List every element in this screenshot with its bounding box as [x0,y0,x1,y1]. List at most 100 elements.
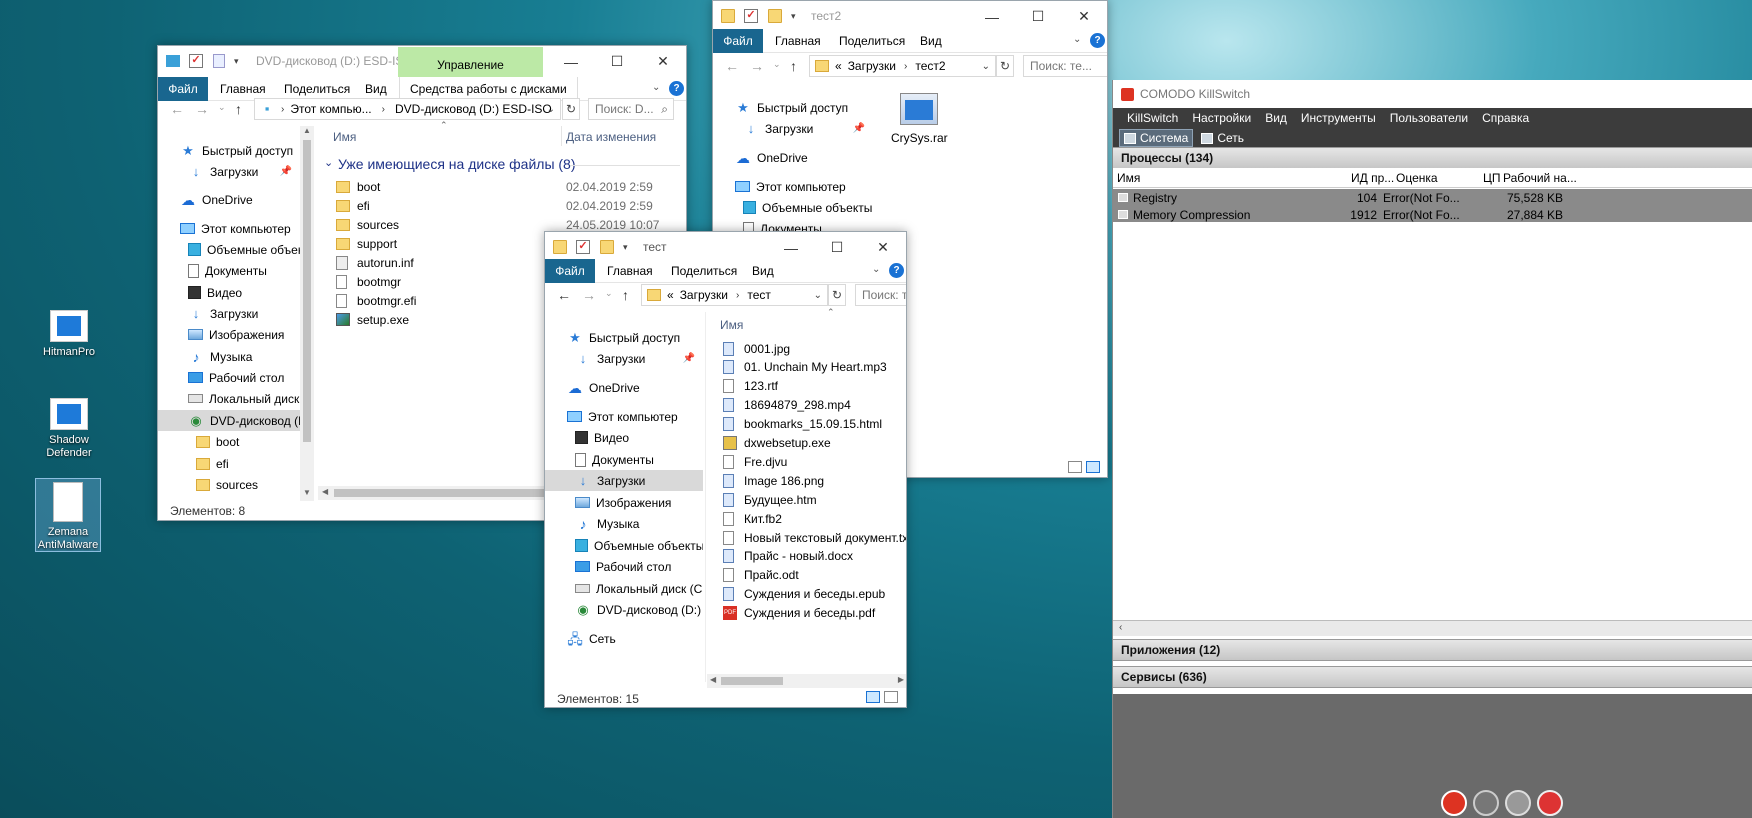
process-hscrollbar[interactable]: ‹ [1113,620,1752,636]
group-header[interactable]: Уже имеющиеся на диске файлы (8) [338,156,576,172]
address-dropdown-icon[interactable]: ⌄ [547,104,555,115]
maximize-button[interactable]: ☐ [1015,1,1061,32]
nav-quick-access[interactable]: ★ Быстрый доступ [713,97,873,118]
recent-chevron-icon[interactable]: ⌄ [773,59,781,70]
nav-music[interactable]: ♪ Музыка [545,513,703,534]
scroll-left-icon[interactable]: ‹ [1119,622,1122,633]
address-dropdown-icon[interactable]: ⌄ [982,61,990,72]
details-view-icon[interactable] [1068,461,1082,473]
tools-icon[interactable] [1505,790,1531,816]
help-icon[interactable]: ? [1090,33,1105,48]
address-bar[interactable]: ▪ › Этот компью... › DVD-дисковод (D:) E… [254,98,561,120]
file-row[interactable]: 18694879_298.mp4 [723,396,851,415]
comodo-g-icon[interactable] [1441,790,1467,816]
system-button[interactable]: Система [1119,129,1194,147]
file-row[interactable]: Прайс - новый.docx [723,547,853,566]
file-row[interactable]: bootmgr [336,272,401,291]
search-input[interactable]: Поиск: D... ⌕ [588,98,674,120]
file-row[interactable]: setup.exe [336,310,409,329]
file-row[interactable]: Прайс.odt [723,566,799,585]
forward-arrow-icon[interactable]: → [750,58,764,74]
menu-users[interactable]: Пользователи [1390,111,1468,125]
menu-tools[interactable]: Инструменты [1301,111,1376,125]
nav-dvd-drive[interactable]: ◉DVD-дисковод (D:) [158,410,300,431]
file-row[interactable]: 123.rtf [723,377,778,396]
nav-this-pc[interactable]: Этот компьютер [545,406,703,427]
breadcrumb-test[interactable]: тест [747,288,771,302]
properties-icon[interactable] [189,53,204,68]
address-bar[interactable]: « Загрузки › тест2 ⌄ [809,55,996,77]
file-row[interactable]: autorun.inf [336,253,414,272]
breadcrumb-test2[interactable]: тест2 [915,59,945,73]
nav-documents[interactable]: Документы [158,260,300,281]
column-cpu[interactable]: ЦП [1483,171,1501,185]
close-button[interactable]: ✕ [640,46,686,77]
recent-chevron-icon[interactable]: ⌄ [605,288,613,299]
nav-local-disk[interactable]: Локальный диск (C:) [545,578,703,599]
back-arrow-icon[interactable]: ← [170,101,184,117]
file-row[interactable]: Новый текстовый документ.txt [723,528,906,547]
menu-killswitch[interactable]: KillSwitch [1127,111,1178,125]
chevron-down-icon[interactable]: ▾ [791,11,796,21]
nav-quick-access[interactable]: ★ Быстрый доступ [158,140,300,161]
nav-music[interactable]: ♪ Музыка [158,346,300,367]
refresh-button[interactable]: ↻ [562,98,580,120]
scrollbar-thumb[interactable] [334,489,554,497]
column-pid[interactable]: ИД пр... [1351,171,1394,185]
file-item[interactable]: CrySys.rar [891,93,948,145]
file-row[interactable]: bootmgr.efi [336,291,416,310]
back-arrow-icon[interactable]: ← [725,58,739,74]
properties-icon[interactable] [744,8,759,23]
file-row[interactable]: Кит.fb2 [723,509,782,528]
large-icons-view-icon[interactable] [1086,461,1100,473]
column-header-name[interactable]: Имя [720,318,743,332]
chevron-down-icon[interactable]: ▾ [623,242,628,252]
new-folder-icon[interactable] [599,239,614,254]
menu-help[interactable]: Справка [1482,111,1529,125]
tab-file[interactable]: Файл [545,259,595,283]
network-button[interactable]: Сеть [1201,131,1244,145]
address-dropdown-icon[interactable]: ⌄ [814,290,822,301]
process-row[interactable]: Registry 104 Error(Not Fo... 75,528 KB [1113,189,1752,206]
nav-quick-access[interactable]: ★ Быстрый доступ [545,327,703,348]
nav-downloads[interactable]: ↓ Загрузки 📌 [158,161,300,182]
content-hscrollbar[interactable]: ◀ ▶ [707,674,906,688]
gear-icon[interactable] [1473,790,1499,816]
tab-file[interactable]: Файл [713,29,763,53]
chevron-down-icon[interactable]: ⌄ [1073,34,1081,45]
nav-onedrive[interactable]: ☁ OneDrive [158,189,300,210]
tab-disk-tools[interactable]: Средства работы с дисками [399,77,578,100]
file-row[interactable]: Fre.djvu [723,452,787,471]
nav-downloads-pc[interactable]: ↓ Загрузки [158,303,300,324]
process-row[interactable]: Memory Compression 1912 Error(Not Fo... … [1113,206,1752,223]
menu-view[interactable]: Вид [1265,111,1287,125]
nav-folder-boot[interactable]: boot [158,431,300,452]
nav-folder-efi[interactable]: efi [158,453,300,474]
nav-3d-objects[interactable]: Объемные объекты [713,197,873,218]
chevron-down-icon[interactable]: ▾ [234,56,239,66]
help-icon[interactable]: ? [889,263,904,278]
large-icons-view-icon[interactable] [884,691,898,703]
desktop-icon-hitmanpro[interactable]: HitmanPro [36,310,102,359]
tab-share[interactable]: Поделиться [671,264,737,278]
nav-onedrive[interactable]: ☁ OneDrive [545,377,703,398]
nav-3d-objects[interactable]: Объемные объекты [158,239,300,260]
new-folder-icon[interactable] [212,53,225,68]
nav-downloads-pc[interactable]: ↓ Загрузки [545,470,703,491]
tab-file[interactable]: Файл [158,77,208,101]
file-row[interactable]: Суждения и беседы.epub [723,585,885,604]
search-input[interactable]: Поиск: те [855,284,906,306]
refresh-button[interactable]: ↻ [996,55,1014,77]
processes-section-header[interactable]: Процессы (134) [1113,147,1752,169]
desktop-icon-shadow-defender[interactable]: Shadow Defender [36,398,102,460]
file-row[interactable]: 01. Unchain My Heart.mp3 [723,358,887,377]
nav-folder-sources[interactable]: sources [158,474,300,495]
file-row[interactable]: boot [336,177,380,196]
tab-view[interactable]: Вид [365,82,387,96]
back-arrow-icon[interactable]: ← [557,287,571,303]
close-button[interactable]: ✕ [1061,1,1107,32]
applications-section-header[interactable]: Приложения (12) [1113,639,1752,661]
scroll-down-icon[interactable]: ▼ [303,488,311,497]
properties-icon[interactable] [576,239,591,254]
tab-home[interactable]: Главная [775,34,821,48]
